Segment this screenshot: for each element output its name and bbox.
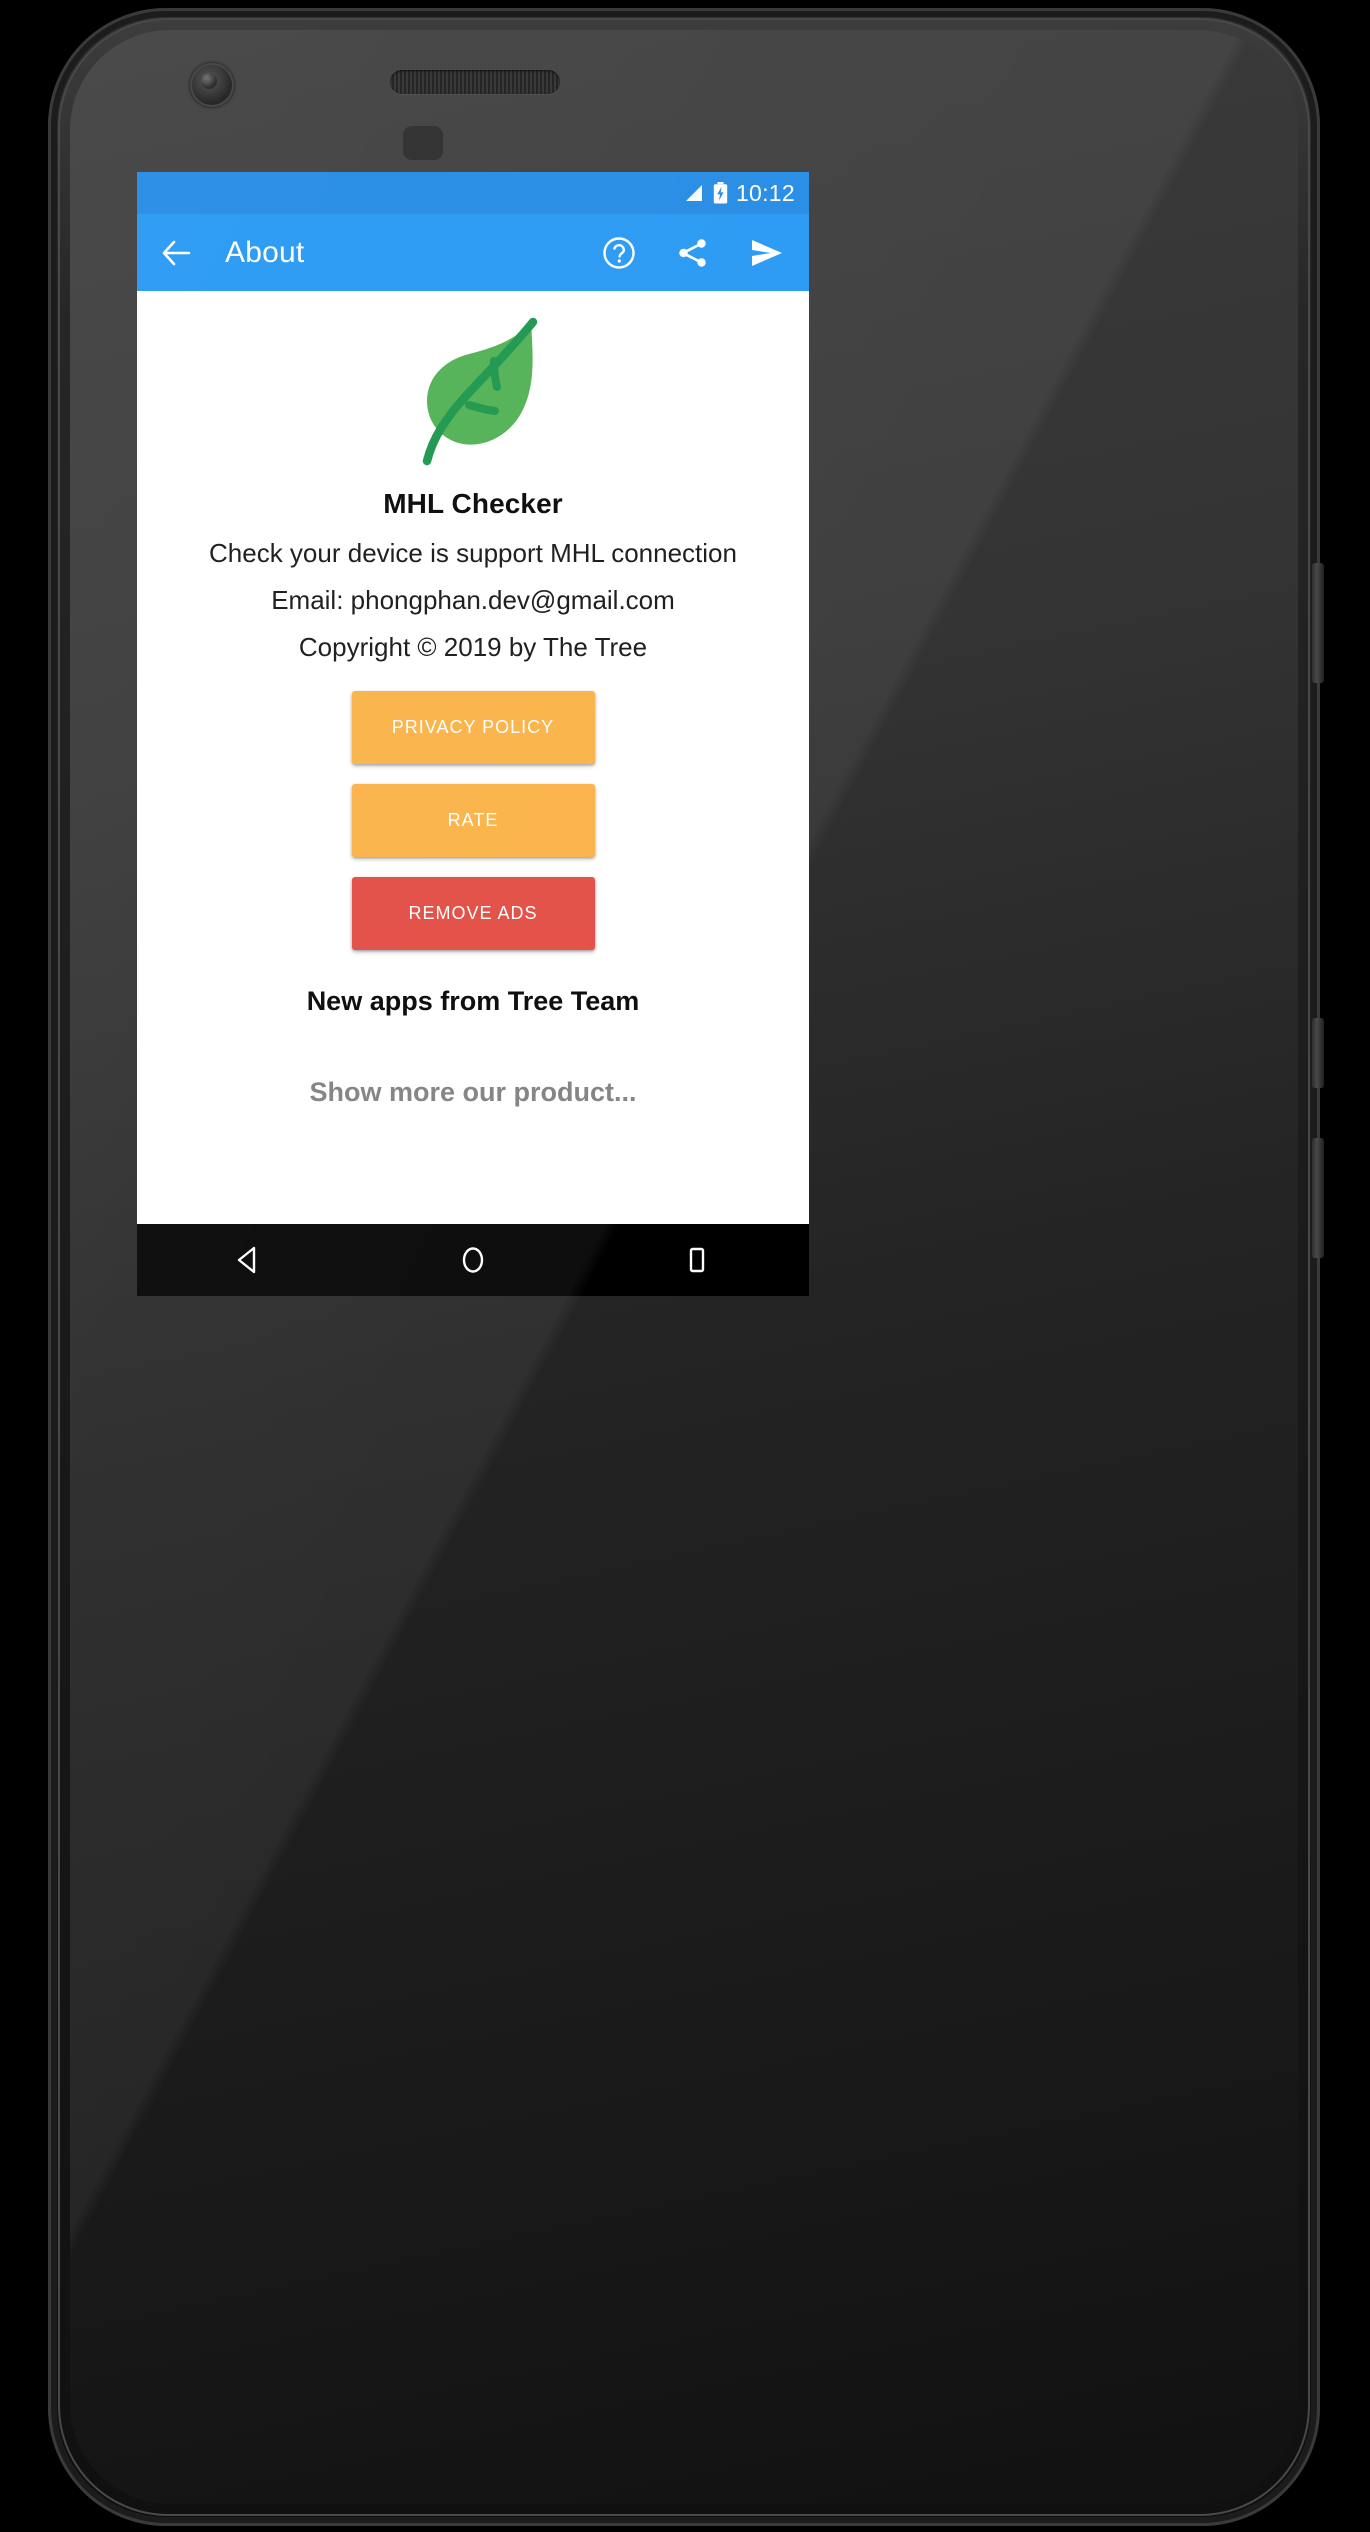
volume-up-button[interactable] xyxy=(1312,1018,1324,1088)
action-buttons: PRIVACY POLICY RATE REMOVE ADS xyxy=(351,691,595,950)
nav-recents-icon[interactable] xyxy=(652,1224,742,1296)
nav-back-icon[interactable] xyxy=(204,1224,294,1296)
privacy-policy-button[interactable]: PRIVACY POLICY xyxy=(351,691,595,764)
android-nav-bar xyxy=(137,1224,809,1296)
app-name: MHL Checker xyxy=(383,488,563,519)
leaf-logo-icon xyxy=(383,309,563,474)
front-camera-icon xyxy=(190,63,234,107)
remove-ads-button[interactable]: REMOVE ADS xyxy=(351,877,595,950)
help-icon[interactable] xyxy=(599,233,639,273)
status-bar-clock: 10:12 xyxy=(735,179,795,206)
nav-home-icon[interactable] xyxy=(428,1224,518,1296)
share-icon[interactable] xyxy=(673,233,713,273)
app-bar: About xyxy=(137,214,809,291)
rate-button[interactable]: RATE xyxy=(351,784,595,857)
app-bar-actions xyxy=(599,233,787,273)
proximity-sensor xyxy=(403,126,443,160)
phone-device: 10:12 About MHL Checker Check your devic… xyxy=(48,8,1324,2526)
earpiece-speaker xyxy=(390,70,560,94)
send-icon[interactable] xyxy=(747,233,787,273)
power-button[interactable] xyxy=(1312,563,1324,683)
page-title: About xyxy=(225,235,305,269)
volume-down-button[interactable] xyxy=(1312,1138,1324,1258)
battery-charging-icon xyxy=(713,182,728,204)
app-description: Check your device is support MHL connect… xyxy=(209,538,737,568)
about-content: MHL Checker Check your device is support… xyxy=(137,291,809,1224)
copyright-text: Copyright © 2019 by The Tree xyxy=(298,632,648,662)
show-more-products-link[interactable]: Show more our product... xyxy=(309,1077,636,1108)
arrow-back-icon[interactable] xyxy=(157,233,197,273)
contact-email: Email: phongphan.dev@gmail.com xyxy=(271,585,675,615)
phone-screen: 10:12 About MHL Checker Check your devic… xyxy=(137,172,809,1296)
signal-bars-icon xyxy=(685,184,705,202)
new-apps-title: New apps from Tree Team xyxy=(306,986,640,1016)
status-bar: 10:12 xyxy=(137,172,809,214)
